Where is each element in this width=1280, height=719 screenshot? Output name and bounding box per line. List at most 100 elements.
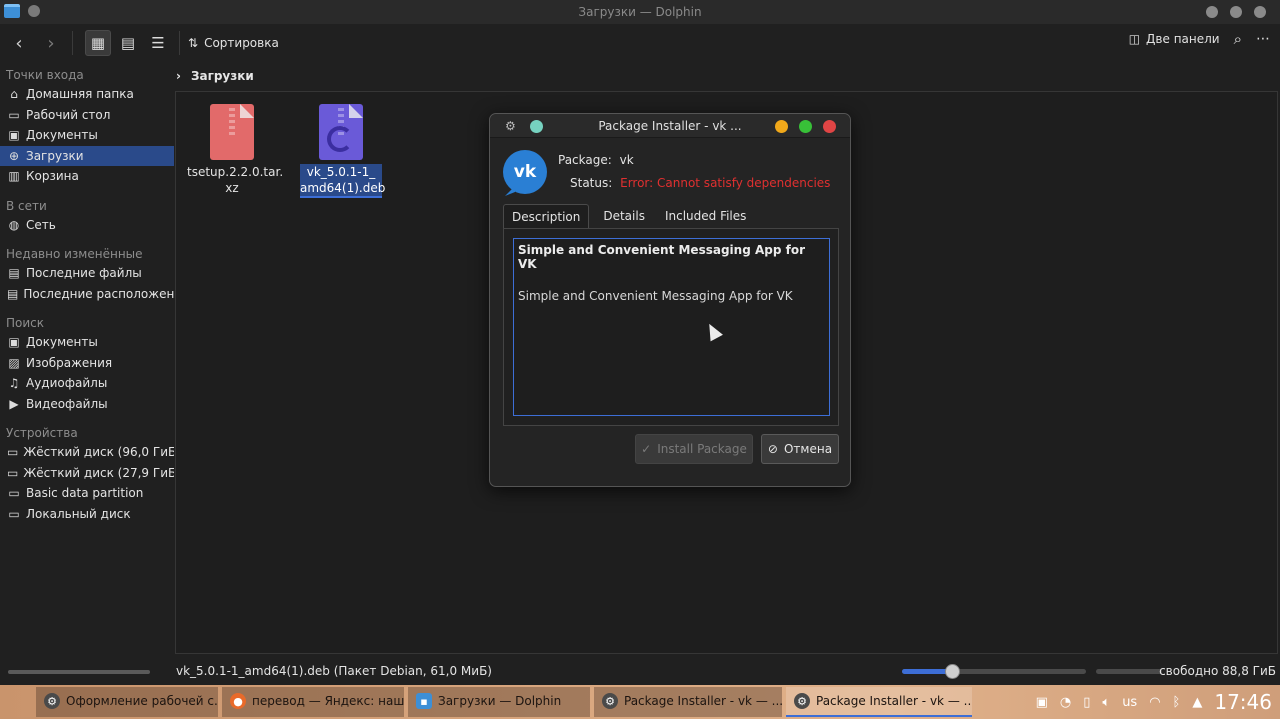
file-item-vk-deb[interactable]: vk_5.0.1-1_ amd64(1).deb xyxy=(296,104,386,198)
system-tray: ▣ ◔ ▯ 🔈︎ us ◠ ᛒ ▲ 17:46 xyxy=(1036,685,1272,719)
sidebar-item-images[interactable]: ▨ Изображения xyxy=(0,353,174,374)
toolbar-separator xyxy=(179,31,180,55)
sidebar-item-drive-96[interactable]: ▭ Жёсткий диск (96,0 ГиБ) xyxy=(0,442,174,463)
task-label: Загрузки — Dolphin xyxy=(438,694,562,708)
window-titlebar: Загрузки — Dolphin xyxy=(0,0,1280,24)
keyboard-layout[interactable]: us xyxy=(1122,695,1137,710)
bluetooth-icon[interactable]: ᛒ xyxy=(1173,695,1181,710)
toolbar-separator xyxy=(72,31,73,55)
split-view-label: Две панели xyxy=(1146,32,1220,46)
section-header-devices: Устройства xyxy=(6,426,78,440)
sidebar-scrollbar[interactable] xyxy=(8,670,150,674)
tab-description[interactable]: Description xyxy=(503,204,590,228)
sidebar-item-recent-locations[interactable]: ▤ Последние расположения xyxy=(0,284,174,305)
sidebar-item-label: Локальный диск xyxy=(26,506,131,521)
tab-included-files[interactable]: Included Files xyxy=(657,204,754,228)
split-view-button[interactable]: ◫ Две панели xyxy=(1129,32,1220,46)
drive-icon: ▭ xyxy=(7,445,19,460)
vk-logo-icon: vk xyxy=(503,150,547,194)
menu-icon[interactable]: ⋯ xyxy=(1256,31,1270,47)
file-name-line: vk_5.0.1-1_ xyxy=(306,165,376,179)
sidebar-item-network[interactable]: ◍ Сеть xyxy=(0,215,174,236)
task-package-installer-1[interactable]: ⚙ Package Installer - vk — ... xyxy=(594,687,782,717)
dolphin-app-icon[interactable] xyxy=(4,4,20,18)
chevron-right-icon: › xyxy=(47,32,55,54)
dialog-titlebar: ⚙ Package Installer - vk ... xyxy=(490,114,850,138)
gear-icon[interactable]: ⚙ xyxy=(505,119,516,133)
sidebar-item-label: Сеть xyxy=(26,217,56,232)
dialog-minimize-button[interactable] xyxy=(775,120,788,133)
task-yandex-translate[interactable]: ● перевод — Яндекс: наш... xyxy=(222,687,404,717)
section-header-recent: Недавно изменённые xyxy=(6,247,143,261)
list-icon: ☰ xyxy=(151,34,165,52)
details-view-button[interactable]: ☰ xyxy=(145,30,171,56)
updates-icon[interactable]: ◔ xyxy=(1060,695,1071,710)
file-item-tsetup[interactable]: tsetup.2.2.0.tar. xz xyxy=(187,104,283,196)
free-space-bar xyxy=(1096,669,1162,674)
window-menu-dot[interactable] xyxy=(28,5,40,17)
tab-details[interactable]: Details xyxy=(595,204,653,228)
sidebar-item-local-disk[interactable]: ▭ Локальный диск xyxy=(0,504,174,525)
tray-expand-icon[interactable]: ▲ xyxy=(1192,695,1202,710)
cancel-button[interactable]: ⊘ Отмена xyxy=(761,434,839,464)
sidebar-item-audio[interactable]: ♫ Аудиофайлы xyxy=(0,373,174,394)
documents-icon: ▣ xyxy=(8,128,20,143)
compact-view-button[interactable]: ▤ xyxy=(115,30,141,56)
grid-small-icon: ▤ xyxy=(120,34,136,52)
breadcrumb-folder[interactable]: Загрузки xyxy=(191,69,254,83)
sidebar-item-label: Аудиофайлы xyxy=(26,376,108,391)
sidebar-item-trash[interactable]: ▥ Корзина xyxy=(0,166,174,187)
sidebar-item-downloads[interactable]: ⊕ Загрузки xyxy=(0,145,174,166)
status-bar: vk_5.0.1-1_amd64(1).deb (Пакет Debian, 6… xyxy=(0,660,1280,684)
maximize-button[interactable] xyxy=(1230,6,1242,18)
dialog-close-button[interactable] xyxy=(823,120,836,133)
pin-button[interactable] xyxy=(530,120,543,133)
minimize-button[interactable] xyxy=(1206,6,1218,18)
dialog-title: Package Installer - vk ... xyxy=(598,118,742,133)
zoom-slider[interactable] xyxy=(902,664,1086,679)
status-error-text: Error: Cannot satisfy dependencies xyxy=(620,176,831,190)
sidebar-item-basic-partition[interactable]: ▭ Basic data partition xyxy=(0,483,174,504)
description-body: Simple and Convenient Messaging App for … xyxy=(518,289,793,303)
section-header-network: В сети xyxy=(6,198,47,213)
close-button[interactable] xyxy=(1254,6,1266,18)
sort-button[interactable]: ⇅ Сортировка xyxy=(188,36,279,50)
clipboard-icon[interactable]: ▯ xyxy=(1083,695,1090,710)
sidebar-item-video[interactable]: ▶ Видеофайлы xyxy=(0,394,174,415)
trash-icon: ▥ xyxy=(8,169,20,184)
task-package-installer-2[interactable]: ⚙ Package Installer - vk — ... xyxy=(786,687,972,717)
task-dolphin[interactable]: ▪ Загрузки — Dolphin xyxy=(408,687,590,717)
package-value: vk xyxy=(619,153,634,167)
back-button[interactable]: ‹ xyxy=(6,30,32,56)
dialog-maximize-button[interactable] xyxy=(799,120,812,133)
description-textbox[interactable]: Simple and Convenient Messaging App for … xyxy=(513,238,830,416)
places-sidebar: Точки входа ⌂ Домашняя папка ▭ Рабочий сто… xyxy=(0,62,174,682)
volume-icon[interactable]: 🔈︎ xyxy=(1102,695,1110,710)
install-package-button[interactable]: ✓ Install Package xyxy=(635,434,753,464)
file-name-line: xz xyxy=(225,181,239,195)
recent-locations-icon: ▤ xyxy=(7,286,19,301)
description-title: Simple and Convenient Messaging App for … xyxy=(518,243,805,271)
downloads-icon: ⊕ xyxy=(8,148,20,163)
icons-view-button[interactable]: ▦ xyxy=(85,30,111,56)
breadcrumb-chevron-icon[interactable]: › xyxy=(176,69,181,83)
sidebar-item-search-documents[interactable]: ▣ Документы xyxy=(0,332,174,353)
zoom-slider-handle[interactable] xyxy=(944,664,960,679)
wifi-icon[interactable]: ◠ xyxy=(1149,695,1160,710)
chevron-left-icon: ‹ xyxy=(15,32,23,54)
sidebar-item-drive-27[interactable]: ▭ Жёсткий диск (27,9 ГиБ) xyxy=(0,463,174,484)
forward-button[interactable]: › xyxy=(38,30,64,56)
sidebar-item-desktop[interactable]: ▭ Рабочий стол xyxy=(0,105,174,126)
audio-icon: ♫ xyxy=(8,376,20,391)
sidebar-item-recent-files[interactable]: ▤ Последние файлы xyxy=(0,263,174,284)
sidebar-item-home[interactable]: ⌂ Домашняя папка xyxy=(0,84,174,105)
task-appearance-settings[interactable]: ⚙ Оформление рабочей с... xyxy=(36,687,218,717)
sidebar-item-documents[interactable]: ▣ Документы xyxy=(0,125,174,146)
clock[interactable]: 17:46 xyxy=(1214,690,1272,714)
screenshot-icon[interactable]: ▣ xyxy=(1036,695,1048,710)
sidebar-item-label: Документы xyxy=(26,128,98,143)
search-icon[interactable]: ⌕ xyxy=(1234,30,1242,48)
toolbar: ‹ › ▦ ▤ ☰ ⇅ Сортировка ◫ Две панели ⌕ ⋯ xyxy=(0,24,1280,62)
documents-icon: ▣ xyxy=(8,335,20,350)
dolphin-icon: ▪ xyxy=(416,693,432,709)
